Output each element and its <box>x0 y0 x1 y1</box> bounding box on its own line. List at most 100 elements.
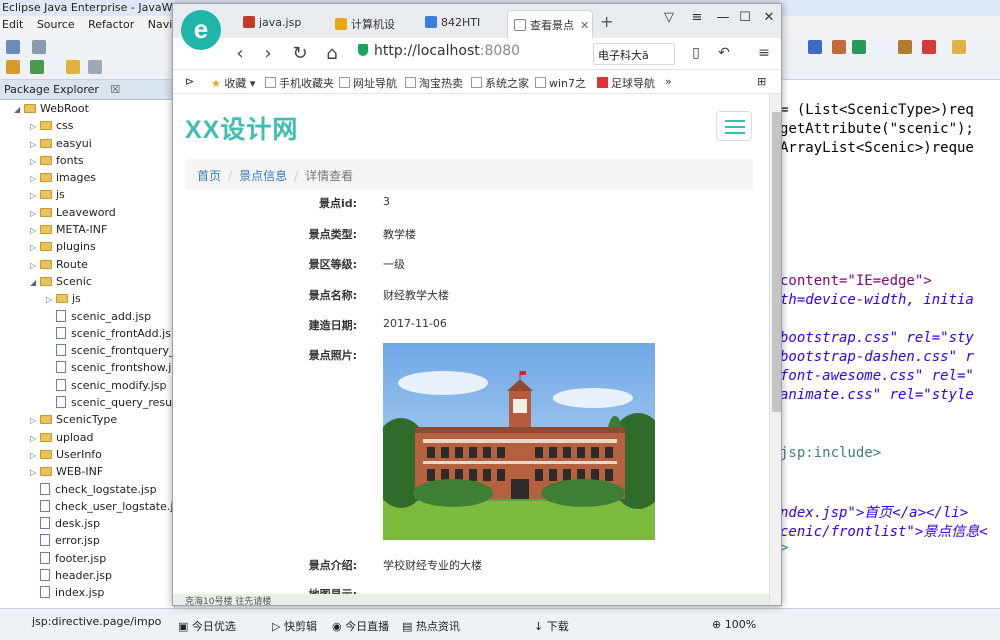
back-arrow-icon[interactable]: ‹ <box>229 43 251 64</box>
menu-icon[interactable]: ≡ <box>687 10 707 25</box>
tree-folder[interactable]: ▷ plugins <box>0 238 174 255</box>
taskbar-item[interactable]: ▷ 快剪辑 <box>272 618 317 634</box>
nav-toggle-button[interactable] <box>716 111 752 141</box>
undo-icon[interactable]: ↶ <box>713 45 735 61</box>
expand-arrow-icon[interactable]: ▷ <box>46 291 56 307</box>
close-window-icon[interactable]: ✕ <box>759 10 779 25</box>
bookmark-win7[interactable]: win7之 <box>535 75 586 91</box>
tree-file[interactable]: scenic_frontAdd.js <box>0 325 174 342</box>
tree-file[interactable]: scenic_query_resu <box>0 394 174 411</box>
tree-file[interactable]: desk.jsp <box>0 515 174 532</box>
tree-file[interactable]: error.jsp <box>0 532 174 549</box>
taskbar-item[interactable]: ◉ 今日直播 <box>332 618 389 634</box>
breadcrumb-home[interactable]: 首页 <box>197 169 221 183</box>
taskbar-item[interactable]: ↓ 下载 <box>534 618 569 634</box>
expand-arrow-icon[interactable]: ▷ <box>30 447 40 463</box>
menu-icon[interactable]: ≡ <box>753 45 775 61</box>
tree-folder[interactable]: ▷ WEB-INF <box>0 463 174 480</box>
expand-arrow-icon[interactable]: ▷ <box>30 187 40 203</box>
expand-arrow-icon[interactable]: ▷ <box>30 239 40 255</box>
address-bar[interactable]: http://localhost:8080 <box>358 43 582 65</box>
taskbar-item[interactable]: ▤ 热点资讯 <box>402 618 460 634</box>
taskbar-item[interactable]: ▣ 今日优选 <box>178 618 236 634</box>
shirt-icon[interactable]: ▽ <box>659 10 679 25</box>
expand-arrow-icon[interactable]: ▷ <box>30 153 40 169</box>
refresh-icon[interactable] <box>852 40 866 54</box>
tree-file[interactable]: scenic_frontshow.j <box>0 359 174 376</box>
forward-icon[interactable] <box>88 60 102 74</box>
bookmark-system-home[interactable]: 系统之家 <box>471 75 529 91</box>
maximize-icon[interactable]: ☐ <box>735 10 755 25</box>
tree-file[interactable]: check_logstate.jsp <box>0 481 174 498</box>
search-box[interactable]: 电子科大ā <box>593 43 675 65</box>
bookmark-favorites[interactable]: ★ 收藏 ▾ <box>211 75 255 91</box>
site-brand[interactable]: XX设计网 <box>185 110 298 146</box>
tools-icon[interactable] <box>832 40 846 54</box>
phone-icon[interactable]: ▯ <box>685 45 707 61</box>
back-icon[interactable] <box>66 60 80 74</box>
servers-icon[interactable] <box>808 40 822 54</box>
external-tools-icon[interactable] <box>898 40 912 54</box>
close-icon[interactable]: ☒ <box>110 83 120 96</box>
bookmark-nav[interactable]: 网址导航 <box>339 75 397 91</box>
expand-arrow-icon[interactable]: ◢ <box>14 101 24 117</box>
tree-folder[interactable]: ▷ easyui <box>0 135 174 152</box>
tree-file[interactable]: scenic_modify.jsp <box>0 377 174 394</box>
minimize-icon[interactable]: — <box>713 10 733 25</box>
tree-folder[interactable]: ▷ upload <box>0 429 174 446</box>
close-tab-icon[interactable]: ✕ <box>580 19 589 32</box>
tree-folder[interactable]: ▷ Leaveword <box>0 204 174 221</box>
expand-arrow-icon[interactable]: ▷ <box>30 222 40 238</box>
tree-folder[interactable]: ▷ css <box>0 117 174 134</box>
tree-file[interactable]: index.jsp <box>0 584 174 601</box>
tree-folder[interactable]: ▷ Route <box>0 256 174 273</box>
launch-icon[interactable] <box>922 40 936 54</box>
tab-java-jsp[interactable]: java.jsp <box>237 10 325 38</box>
map-view[interactable]: 克海10号楼 往先请楼 <box>173 594 769 605</box>
tree-file[interactable]: scenic_frontquery_ <box>0 342 174 359</box>
zoom-level[interactable]: ⊕ 100% <box>712 618 756 631</box>
scrollbar-thumb[interactable] <box>772 112 781 412</box>
tab-842html[interactable]: 842HTI <box>419 10 505 38</box>
tree-folder[interactable]: ▷ META-INF <box>0 221 174 238</box>
apps-grid-icon[interactable]: ⊞ <box>757 75 766 88</box>
breadcrumb-list[interactable]: 景点信息 <box>239 169 287 183</box>
bookmark-football[interactable]: 足球导航 <box>597 75 655 91</box>
debug-icon[interactable] <box>30 60 44 74</box>
expand-arrow-icon[interactable]: ▷ <box>30 118 40 134</box>
sidebar-toggle-icon[interactable]: ⊳ <box>185 75 194 88</box>
menu-edit[interactable]: Edit <box>2 18 23 31</box>
tab-scenic-detail[interactable]: 查看景点 ✕ <box>507 10 593 38</box>
expand-arrow-icon[interactable]: ▷ <box>30 412 40 428</box>
home-icon[interactable]: ⌂ <box>321 43 343 64</box>
browser-logo[interactable]: e <box>181 10 221 50</box>
tree-file[interactable]: check_user_logstate.j <box>0 498 174 515</box>
tree-file[interactable]: footer.jsp <box>0 550 174 567</box>
expand-arrow-icon[interactable]: ▷ <box>30 257 40 273</box>
menu-refactor[interactable]: Refactor <box>88 18 134 31</box>
save-icon[interactable] <box>6 40 20 54</box>
reload-icon[interactable]: ↻ <box>289 43 311 64</box>
tree-folder[interactable]: ▷ images <box>0 169 174 186</box>
expand-arrow-icon[interactable]: ▷ <box>30 170 40 186</box>
tree-folder[interactable]: ▷ fonts <box>0 152 174 169</box>
tree-folder[interactable]: ◢ WebRoot <box>0 100 174 117</box>
new-tab-button[interactable]: + <box>600 12 613 31</box>
tree-folder[interactable]: ▷ js <box>0 290 174 307</box>
more-bookmarks-icon[interactable]: » <box>665 75 672 88</box>
tree-file[interactable]: header.jsp <box>0 567 174 584</box>
bookmark-mobile[interactable]: 手机收藏夹 <box>265 75 334 91</box>
tree-file[interactable]: scenic_add.jsp <box>0 308 174 325</box>
print-icon[interactable] <box>32 40 46 54</box>
code-editor[interactable]: = (List<ScenicType>)req getAttribute("sce… <box>780 80 1000 608</box>
tab-computer-design[interactable]: 计算机设 <box>329 10 417 38</box>
tree-folder[interactable]: ▷ js <box>0 186 174 203</box>
expand-arrow-icon[interactable]: ▷ <box>30 205 40 221</box>
tree-folder[interactable]: ▷ ScenicType <box>0 411 174 428</box>
forward-arrow-icon[interactable]: › <box>257 43 279 64</box>
tree-folder[interactable]: ◢ Scenic <box>0 273 174 290</box>
expand-arrow-icon[interactable]: ▷ <box>30 464 40 480</box>
open-folder-icon[interactable] <box>952 40 966 54</box>
run-icon[interactable] <box>6 60 20 74</box>
page-scrollbar[interactable] <box>769 94 781 605</box>
